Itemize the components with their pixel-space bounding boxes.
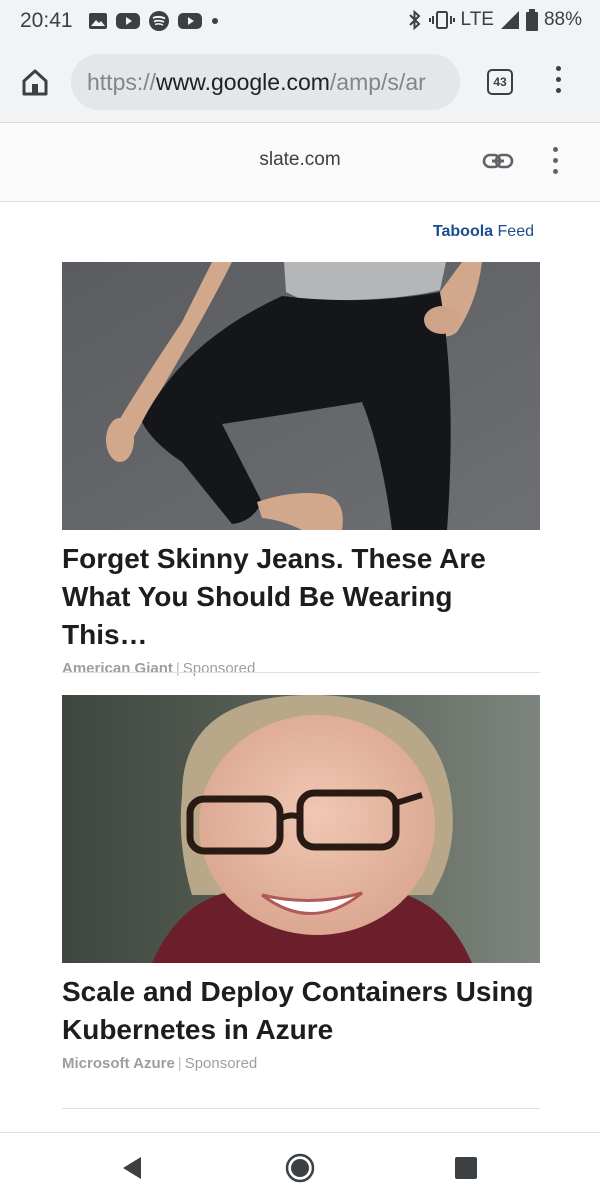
url-bar[interactable]: https://www.google.com/amp/s/ar <box>71 54 460 110</box>
taboola-feed-label[interactable]: Taboola Feed <box>433 223 534 241</box>
feed-suffix: Feed <box>497 223 534 240</box>
battery-icon <box>525 9 538 31</box>
battery-percent: 88% <box>543 9 582 30</box>
sponsored-label: Sponsored <box>184 1055 258 1072</box>
status-right: LTE 88% <box>407 9 582 31</box>
home-icon[interactable] <box>20 67 50 97</box>
card-meta: American Giant | Sponsored <box>62 660 540 677</box>
home-nav-icon[interactable] <box>283 1151 317 1185</box>
url-host: www.google.com <box>156 69 330 95</box>
sponsored-label: Sponsored <box>182 660 256 677</box>
card-title[interactable]: Forget Skinny Jeans. These Are What You … <box>62 540 540 654</box>
meta-separator: | <box>175 660 180 677</box>
network-type: LTE <box>460 9 494 30</box>
tab-switcher-button[interactable]: 43 <box>487 69 513 95</box>
status-time: 20:41 <box>20 9 73 32</box>
browser-toolbar: https://www.google.com/amp/s/ar 43 <box>0 42 600 123</box>
amp-header: slate.com <box>0 123 600 202</box>
back-icon[interactable] <box>115 1151 149 1185</box>
system-navigation-bar <box>0 1132 600 1201</box>
url-text: https://www.google.com/amp/s/ar <box>87 69 426 96</box>
card-image-woman-glasses[interactable] <box>62 695 540 963</box>
photo-icon <box>89 13 107 29</box>
feed-card[interactable]: Scale and Deploy Containers Using Kubern… <box>62 695 540 1072</box>
amp-menu-icon[interactable] <box>548 147 562 177</box>
signal-icon <box>500 11 519 29</box>
divider <box>62 1108 540 1109</box>
card-source: American Giant <box>62 660 173 677</box>
notification-icons <box>88 10 220 32</box>
link-icon[interactable] <box>482 149 514 173</box>
dot-icon <box>212 18 218 24</box>
card-meta: Microsoft Azure | Sponsored <box>62 1055 540 1072</box>
url-path: /amp/s/ar <box>329 69 426 95</box>
spotify-icon <box>149 11 169 31</box>
bluetooth-icon <box>408 9 420 31</box>
youtube-icon <box>116 13 140 29</box>
card-title[interactable]: Scale and Deploy Containers Using Kubern… <box>62 973 540 1049</box>
divider <box>62 672 540 673</box>
card-image-jeans[interactable] <box>62 262 540 530</box>
browser-menu-icon[interactable] <box>550 66 566 98</box>
status-bar: 20:41 LTE 88% <box>0 0 600 42</box>
feed-card[interactable]: Forget Skinny Jeans. These Are What You … <box>62 262 540 677</box>
tab-count: 43 <box>493 75 507 89</box>
meta-separator: | <box>177 1055 182 1072</box>
vibrate-icon <box>428 11 455 29</box>
recents-icon[interactable] <box>449 1151 483 1185</box>
youtube-icon <box>178 13 202 29</box>
url-scheme: https:// <box>87 69 157 95</box>
taboola-logo: Taboola <box>432 223 494 240</box>
card-source: Microsoft Azure <box>62 1055 175 1072</box>
